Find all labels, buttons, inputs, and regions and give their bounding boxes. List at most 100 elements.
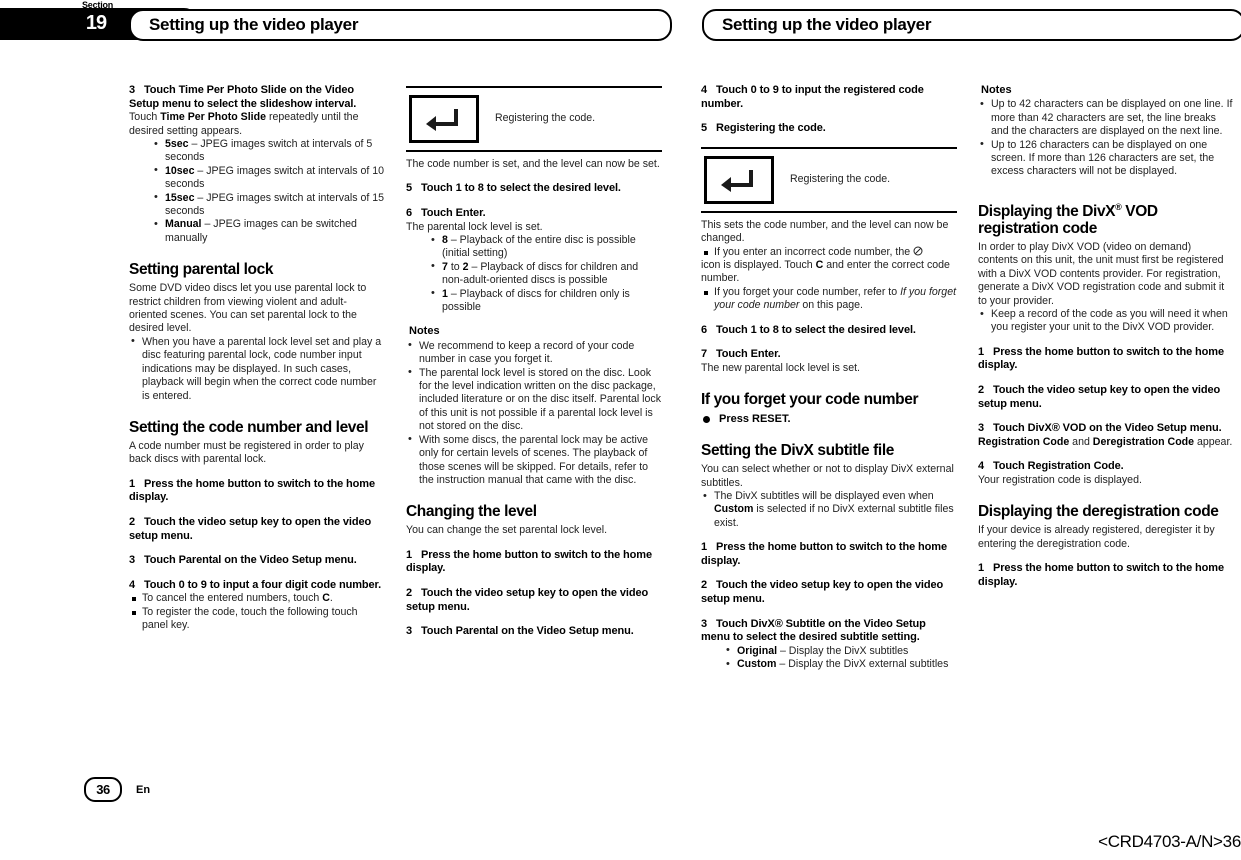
- step-number: 4: [129, 578, 136, 591]
- step-number: 7: [701, 348, 708, 361]
- interval-option-list: 5sec – JPEG images switch at intervals o…: [129, 138, 385, 245]
- step-text: Touch 0 to 9 to input a four digit code …: [144, 578, 382, 591]
- enter-arrow-icon: [426, 109, 458, 131]
- page-title-left-text: Setting up the video player: [149, 15, 359, 34]
- heading-changing-the-level: Changing the level: [406, 503, 537, 521]
- list-item: With some discs, the parental lock may b…: [406, 433, 662, 488]
- heading-part-2: VOD: [1121, 203, 1158, 220]
- deregistration-code-label: Deregistration Code: [1092, 435, 1195, 448]
- after-key-paragraph: This sets the code number, and the level…: [701, 218, 949, 245]
- press-reset-list: Press RESET.: [701, 412, 957, 426]
- code-warning-note-list: If you enter an incorrect code number, t…: [701, 246, 957, 313]
- step-text: Touch Time Per Photo Slide on the Video …: [129, 84, 357, 110]
- step-heading: 4 Touch 0 to 9 to input a four digit code…: [129, 579, 385, 593]
- option-desc: – Display the DivX subtitles: [777, 644, 909, 657]
- heading-deregistration-code: Displaying the deregistration code: [978, 503, 1219, 521]
- column-2: Registering the code. The code number is…: [406, 84, 662, 639]
- vod-intro-paragraph: In order to play DivX VOD (video on dema…: [978, 241, 1225, 307]
- list-item: 15sec – JPEG images switch at intervals …: [129, 191, 385, 219]
- step-text: Press the home button to switch to the h…: [978, 562, 1224, 588]
- note-bold: C: [322, 592, 330, 605]
- page-title-right-text: Setting up the video player: [722, 15, 932, 34]
- bullet-pre: The DivX subtitles will be displayed eve…: [714, 490, 934, 503]
- notes-heading: Notes: [409, 325, 440, 338]
- option-term: Original: [737, 644, 778, 657]
- list-item: When you have a parental lock level set …: [129, 335, 385, 403]
- step-heading: 2 Touch the video setup key to open the v…: [129, 516, 385, 543]
- step-number: 5: [406, 182, 413, 195]
- step-number: 6: [701, 323, 708, 336]
- step-text: Touch the video setup key to open the vi…: [701, 579, 944, 606]
- step-number: 1: [129, 477, 136, 490]
- option-term: 10sec: [165, 164, 195, 177]
- list-item: The DivX subtitles will be displayed eve…: [701, 490, 957, 530]
- step-number: 3: [978, 422, 985, 435]
- step-heading: 3 Touch DivX® VOD on the Video Setup menu…: [978, 422, 1234, 436]
- list-item: Keep a record of the code as you will ne…: [978, 308, 1234, 335]
- step-number: 2: [129, 515, 136, 528]
- list-item: 8 – Playback of the entire disc is possi…: [406, 234, 662, 261]
- parental-bullet-list: When you have a parental lock level set …: [129, 335, 385, 403]
- language-code: En: [136, 783, 151, 796]
- step-heading: 3 Touch Parental on the Video Setup menu.: [406, 625, 662, 639]
- subtitle-bullet-list: The DivX subtitles will be displayed eve…: [701, 490, 957, 530]
- step-text: Touch DivX® VOD on the Video Setup menu.: [993, 422, 1222, 435]
- step-heading: 7 Touch Enter.: [701, 348, 957, 362]
- step-number: 3: [406, 625, 413, 638]
- appear-tail: appear.: [1194, 435, 1233, 448]
- codes-appear-paragraph: Registration Code and Deregistration Cod…: [978, 436, 1234, 449]
- enter-key-figure: Registering the code.: [406, 86, 662, 152]
- step-number: 1: [406, 548, 413, 561]
- note-post: .: [329, 592, 333, 605]
- step-text: Touch Enter.: [421, 207, 486, 219]
- column-4: Notes Up to 42 characters can be display…: [978, 84, 1234, 589]
- step-heading: 2 Touch the video setup key to open the v…: [406, 587, 662, 614]
- appear-mid: and: [1069, 435, 1093, 448]
- option-desc: – JPEG images switch at intervals of 15 …: [165, 191, 385, 218]
- section-label: Section: [82, 0, 114, 10]
- step-heading: 6 Touch Enter.: [406, 207, 662, 221]
- step-number: 4: [978, 460, 985, 473]
- step-heading: 2 Touch the video setup key to open the v…: [701, 579, 957, 606]
- enter-key-box: [704, 155, 774, 204]
- list-item: Up to 42 characters can be displayed on …: [978, 98, 1234, 138]
- step-number: 2: [406, 586, 413, 599]
- list-item: If you forget your code number, refer to…: [701, 286, 957, 313]
- step7-body: The new parental lock level is set.: [701, 361, 860, 374]
- level-desc: – Playback of discs for children and non…: [442, 260, 639, 287]
- step-body: Touch Time Per Photo Slide repeatedly un…: [129, 111, 385, 138]
- heading-part-1: Displaying the DivX: [978, 203, 1116, 220]
- page-footer: 36 En: [84, 777, 150, 802]
- document-id: <CRD4703-A/N>36: [1098, 832, 1241, 851]
- page-title-right: Setting up the video player: [702, 9, 1241, 41]
- step-number: 2: [978, 384, 985, 397]
- list-item: If you enter an incorrect code number, t…: [701, 246, 957, 259]
- body-bold: Time Per Photo Slide: [160, 111, 266, 124]
- step-number: 2: [701, 579, 708, 592]
- page-title-left: Setting up the video player: [129, 9, 672, 41]
- code-intro-paragraph: A code number must be registered in orde…: [129, 439, 364, 466]
- step-text: Registering the code.: [716, 122, 826, 135]
- step-number: 1: [978, 345, 985, 358]
- step-heading: 6 Touch 1 to 8 to select the desired leve…: [701, 324, 957, 338]
- step-heading: 4 Touch 0 to 9 to input the registered co…: [701, 84, 957, 111]
- step-number: 5: [701, 122, 708, 135]
- no-entry-icon: [913, 246, 923, 256]
- step-text: Touch Parental on the Video Setup menu.: [421, 625, 634, 638]
- note-pre: If you enter an incorrect code number, t…: [714, 245, 914, 258]
- list-item: Up to 126 characters can be displayed on…: [978, 138, 1234, 179]
- step-heading: 5 Touch 1 to 8 to select the desired leve…: [406, 182, 662, 196]
- heading-setting-code-number: Setting the code number and level: [129, 418, 369, 436]
- level-mid: to: [447, 260, 463, 273]
- step-heading: 3 Touch Time Per Photo Slide on the Video…: [129, 84, 385, 111]
- list-item-continued: icon is displayed. Touch C and enter the…: [701, 259, 957, 286]
- option-term: Custom: [737, 658, 777, 671]
- list-item: To register the code, touch the followin…: [129, 606, 385, 633]
- list-item: We recommend to keep a record of your co…: [406, 339, 662, 367]
- step-heading: 1 Press the home button to switch to the …: [701, 541, 957, 568]
- step-number: 3: [129, 554, 136, 567]
- option-term: 15sec: [165, 191, 195, 204]
- list-item: Original – Display the DivX subtitles: [701, 644, 957, 658]
- step-heading: 1 Press the home button to switch to the …: [978, 346, 1234, 373]
- step-number: 3: [129, 84, 136, 96]
